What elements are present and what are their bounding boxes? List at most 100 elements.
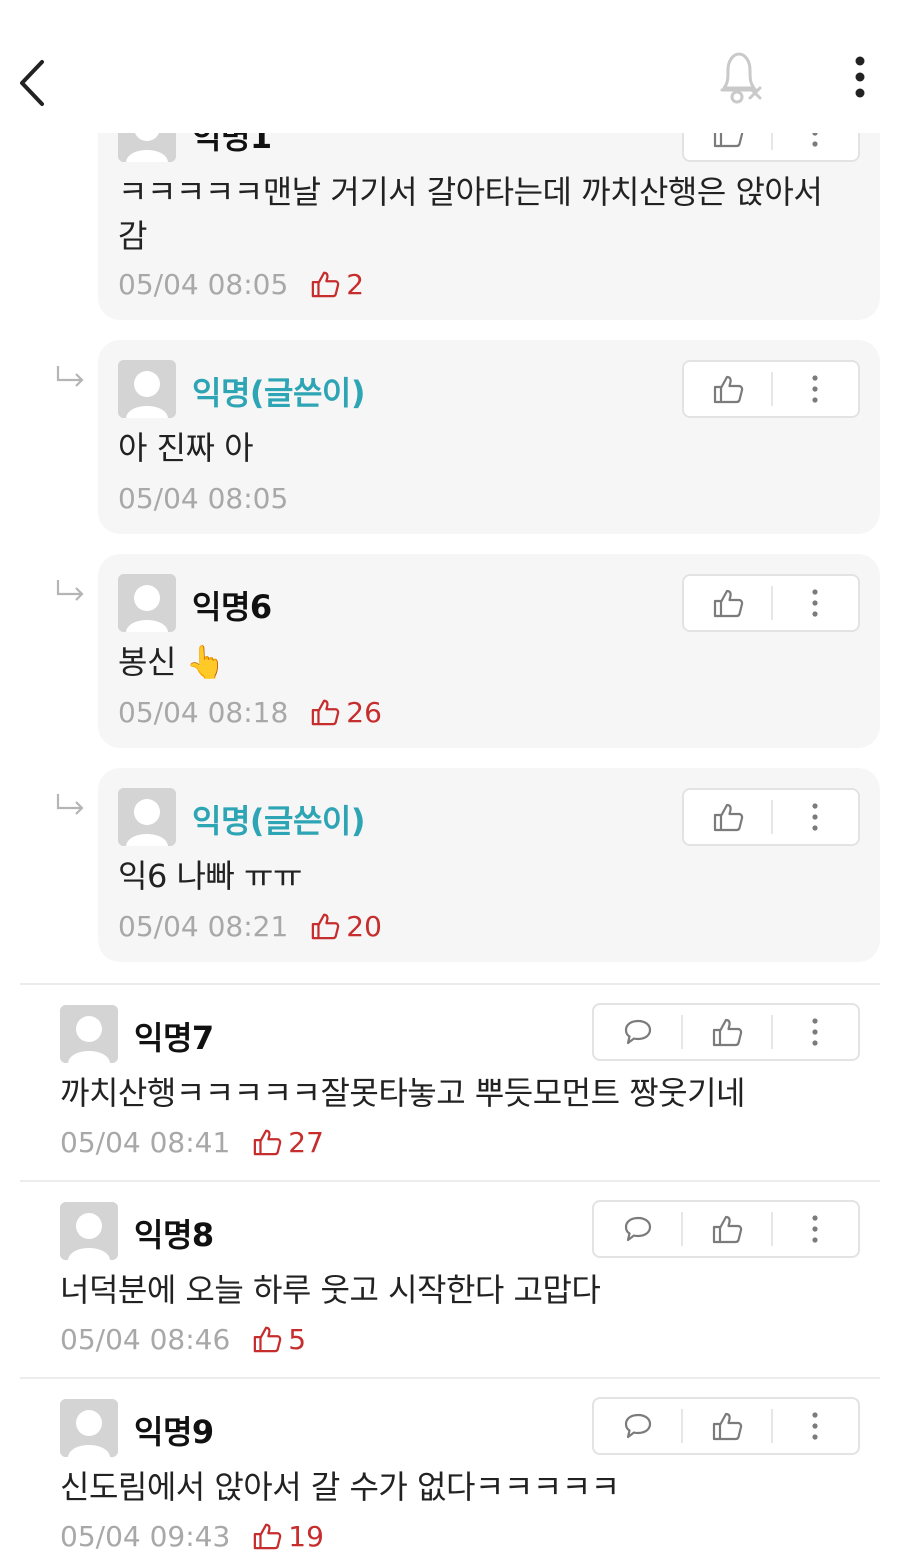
comment-actions [592,1200,860,1258]
like-count: 5 [252,1323,306,1356]
comment-text: 익6 나빠 ㅠㅠ [118,857,302,895]
like-button[interactable] [683,1399,770,1453]
chevron-left-icon [20,60,44,106]
comment-time: 05/04 08:46 [60,1322,231,1356]
back-button[interactable] [14,56,54,110]
thumbs-up-icon [712,1018,743,1047]
thumbs-up-icon [712,1412,743,1441]
comment-item: 익명9 신도림에서 앉아서 갈 수가 없다ㅋㅋㅋㅋㅋ 05/04 09:43 1… [0,1379,900,1551]
like-count: 26 [310,696,382,729]
thumbs-up-icon [712,1215,743,1244]
like-button[interactable] [684,576,771,630]
user-icon [118,788,176,846]
like-button[interactable] [684,362,771,416]
commenter-name[interactable]: 익명8 [134,1210,214,1256]
comment-text: ㅋㅋㅋㅋㅋ맨날 거기서 갈아타는데 까치산행은 앉아서 감 [118,173,823,255]
comment-actions [682,574,860,632]
commenter-name[interactable]: 익명9 [134,1407,214,1453]
comment-meta: 05/04 08:05 [118,478,288,518]
comment-meta: 05/04 08:21 20 [118,906,382,946]
avatar [118,788,176,846]
comment-text: 까치산행ㅋㅋㅋㅋㅋ잘못타놓고 뿌듯모먼트 짱웃기네 [60,1074,745,1112]
comment-more-button[interactable] [773,1202,858,1256]
user-icon [60,1005,118,1063]
like-count-value: 19 [288,1519,324,1551]
like-count: 19 [252,1520,324,1551]
bell-off-icon [720,52,762,104]
reply-button[interactable] [594,1005,681,1059]
comment-time: 05/04 08:41 [60,1125,231,1159]
avatar [118,360,176,418]
comment-more-button[interactable] [773,576,858,630]
user-icon [118,574,176,632]
like-count-value: 26 [346,695,382,729]
like-count-value: 20 [346,909,382,943]
reply-arrow-icon [56,580,84,601]
comment-text: 신도림에서 앉아서 갈 수가 없다ㅋㅋㅋㅋㅋ [60,1468,620,1506]
reply-card: 익명6 봉신 👆 05/04 08:18 26 [98,554,880,748]
commenter-name[interactable]: 익명(글쓴이) [192,368,365,414]
like-count: 27 [252,1126,324,1159]
more-options-button[interactable] [840,55,880,101]
comment-time: 05/04 08:18 [118,695,289,729]
comment-more-button[interactable] [773,1005,858,1059]
notification-off-button[interactable] [714,50,770,108]
thumbs-up-icon [254,1326,282,1353]
comment-actions [682,360,860,418]
vertical-ellipsis-icon [812,375,819,403]
avatar [118,574,176,632]
avatar [60,1202,118,1260]
vertical-ellipsis-icon [855,56,865,98]
commenter-name[interactable]: 익명7 [134,1013,214,1059]
like-button[interactable] [683,1005,770,1059]
user-icon [118,360,176,418]
speech-bubble-icon [624,1019,651,1045]
avatar [60,1005,118,1063]
vertical-ellipsis-icon [812,1018,818,1046]
like-count-value: 5 [288,1322,307,1356]
vertical-ellipsis-icon [812,589,819,617]
commenter-name[interactable]: 익명6 [192,582,272,628]
comment-actions [592,1397,860,1455]
comment-time: 05/04 09:43 [60,1519,231,1551]
comment-time: 05/04 08:21 [118,909,289,943]
comment-time: 05/04 08:05 [118,481,289,515]
reply-button[interactable] [594,1202,681,1256]
like-count: 20 [310,910,382,943]
pointing-up-emoji: 👆 [185,643,226,681]
comment-item: 익명8 너덕분에 오늘 하루 웃고 시작한다 고맙다 05/04 08:46 5 [0,1182,900,1377]
comment-meta: 05/04 08:41 27 [60,1122,324,1162]
comment-actions [592,1003,860,1061]
vertical-ellipsis-icon [812,803,819,831]
comment-meta: 05/04 08:18 26 [118,692,382,732]
thumbs-up-icon [312,913,340,940]
reply-button[interactable] [594,1399,681,1453]
top-bar [0,0,900,133]
thumbs-up-icon [254,1129,282,1156]
reply-card: 익명(글쓴이) 아 진짜 아 05/04 08:05 [98,340,880,534]
thumbs-up-icon [713,589,743,618]
comment-more-button[interactable] [773,790,858,844]
like-count-value: 2 [346,267,365,301]
comment-text-body: 봉신 [118,643,176,681]
comment-meta: 05/04 08:46 5 [60,1319,306,1359]
vertical-ellipsis-icon [812,1412,818,1440]
speech-bubble-icon [624,1216,651,1242]
like-button[interactable] [684,790,771,844]
avatar [60,1399,118,1457]
comment-meta: 05/04 09:43 19 [60,1516,324,1551]
thumbs-up-icon [713,375,743,404]
comment-more-button[interactable] [773,362,858,416]
speech-bubble-icon [624,1413,651,1439]
like-count-value: 27 [288,1125,324,1159]
like-button[interactable] [683,1202,770,1256]
thumbs-up-icon [312,271,340,298]
commenter-name[interactable]: 익명(글쓴이) [192,796,365,842]
reply-card: 익명(글쓴이) 익6 나빠 ㅠㅠ 05/04 08:21 20 [98,768,880,962]
thumbs-up-icon [713,803,743,832]
comment-text: 너덕분에 오늘 하루 웃고 시작한다 고맙다 [60,1271,601,1309]
user-icon [60,1202,118,1260]
comment-more-button[interactable] [773,1399,858,1453]
reply-arrow-icon [56,366,84,387]
comment-actions [682,788,860,846]
